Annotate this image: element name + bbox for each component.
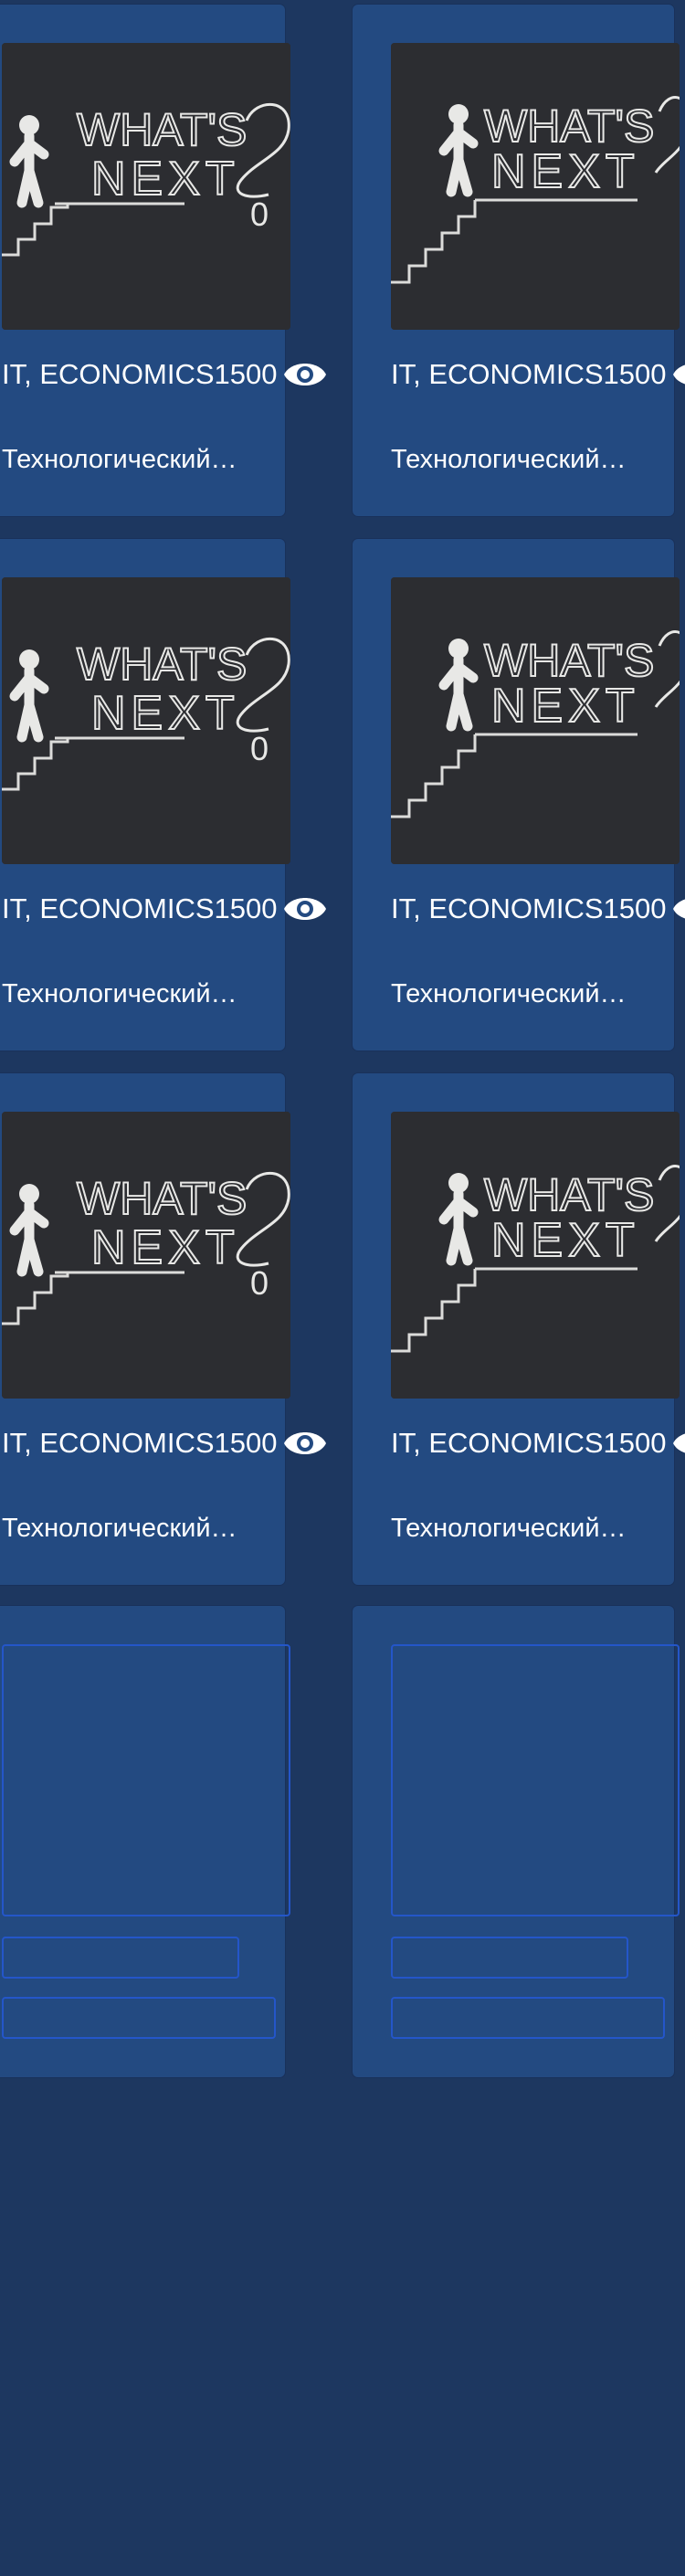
svg-text:NEXT: NEXT	[491, 1214, 640, 1267]
skeleton-line	[391, 1937, 628, 1979]
card-title[interactable]: Технологический…	[391, 976, 627, 1012]
card-thumbnail: WHAT'S NEXT 0	[2, 577, 290, 864]
skeleton-line	[2, 1997, 276, 2039]
svg-text:0: 0	[250, 730, 269, 767]
card-category: IT, ECONOMICS1500	[2, 1427, 278, 1459]
skeleton-line	[391, 1997, 665, 2039]
svg-text:WHAT'S: WHAT'S	[77, 104, 247, 155]
card-thumbnail: WHAT'S NEXT	[391, 1112, 680, 1399]
eye-icon[interactable]	[671, 356, 685, 393]
svg-text:NEXT: NEXT	[91, 1221, 240, 1274]
card-title[interactable]: Технологический…	[2, 976, 237, 1012]
course-card[interactable]: WHAT'S NEXT 0 IT, ECONOMICS1500 Технологич…	[0, 1073, 327, 1585]
svg-text:NEXT: NEXT	[91, 153, 240, 206]
eye-icon[interactable]	[282, 891, 328, 927]
card-title[interactable]: Технологический…	[391, 1510, 627, 1547]
svg-text:NEXT: NEXT	[491, 680, 640, 733]
card-grid: WHAT'S NEXT 0 IT, ECONOMICS1500 Технологич…	[0, 0, 685, 2576]
card-caption: IT, ECONOMICS1500	[391, 891, 685, 927]
skeleton-thumbnail	[2, 1644, 290, 1916]
course-card[interactable]: WHAT'S NEXT IT, ECONOMICS1500 Технологиче…	[353, 539, 685, 1050]
svg-text:WHAT'S: WHAT'S	[77, 1173, 247, 1224]
card-category: IT, ECONOMICS1500	[391, 1427, 667, 1459]
card-category: IT, ECONOMICS1500	[2, 358, 278, 390]
card-caption: IT, ECONOMICS1500	[2, 891, 328, 927]
eye-icon[interactable]	[671, 891, 685, 927]
svg-text:NEXT: NEXT	[91, 687, 240, 740]
card-thumbnail: WHAT'S NEXT	[391, 577, 680, 864]
card-title[interactable]: Технологический…	[2, 1510, 237, 1547]
card-category: IT, ECONOMICS1500	[391, 358, 667, 390]
svg-text:WHAT'S: WHAT'S	[484, 1169, 654, 1220]
svg-text:0: 0	[250, 195, 269, 233]
skeleton-thumbnail	[391, 1644, 680, 1916]
card-thumbnail: WHAT'S NEXT	[391, 43, 680, 330]
svg-text:NEXT: NEXT	[491, 145, 640, 198]
svg-text:0: 0	[250, 1264, 269, 1302]
card-category: IT, ECONOMICS1500	[391, 892, 667, 924]
eye-icon[interactable]	[282, 1425, 328, 1462]
card-thumbnail: WHAT'S NEXT 0	[2, 43, 290, 330]
card-caption: IT, ECONOMICS1500	[2, 1425, 328, 1462]
skeleton-card	[0, 1606, 290, 2077]
card-thumbnail: WHAT'S NEXT 0	[2, 1112, 290, 1399]
course-card[interactable]: WHAT'S NEXT IT, ECONOMICS1500 Технологиче…	[353, 5, 685, 516]
course-card[interactable]: WHAT'S NEXT 0 IT, ECONOMICS1500 Технологич…	[0, 5, 327, 516]
card-caption: IT, ECONOMICS1500	[391, 356, 685, 393]
card-category: IT, ECONOMICS1500	[2, 892, 278, 924]
eye-icon[interactable]	[671, 1425, 685, 1462]
course-card[interactable]: WHAT'S NEXT 0 IT, ECONOMICS1500 Технологич…	[0, 539, 327, 1050]
skeleton-card	[353, 1606, 680, 2077]
svg-text:WHAT'S: WHAT'S	[484, 100, 654, 152]
skeleton-line	[2, 1937, 239, 1979]
course-card[interactable]: WHAT'S NEXT IT, ECONOMICS1500 Технологиче…	[353, 1073, 685, 1585]
card-caption: IT, ECONOMICS1500	[2, 356, 328, 393]
svg-text:WHAT'S: WHAT'S	[77, 639, 247, 690]
card-title[interactable]: Технологический…	[2, 441, 237, 478]
card-caption: IT, ECONOMICS1500	[391, 1425, 685, 1462]
card-title[interactable]: Технологический…	[391, 441, 627, 478]
svg-text:WHAT'S: WHAT'S	[484, 635, 654, 686]
eye-icon[interactable]	[282, 356, 328, 393]
